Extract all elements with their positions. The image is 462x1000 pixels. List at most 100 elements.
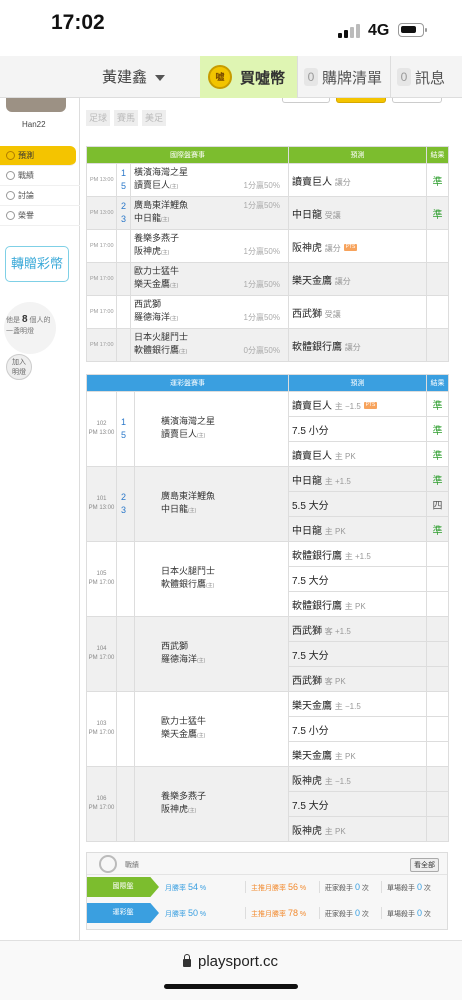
prediction-pick: 7.5 小分 — [292, 425, 329, 437]
table-row: 105 PM 17:00 日本火腿鬥士 軟體銀行鷹(主) 軟體銀行鷹 主 +1.5 — [86, 541, 449, 617]
prediction-cell: 中日龍 主 PK — [288, 516, 427, 542]
team-numbers: 23 — [116, 196, 131, 230]
prediction-pick: 7.5 大分 — [292, 650, 329, 662]
sidebar-item-predict[interactable]: 預測 — [0, 146, 76, 166]
prediction-line: 主 PK — [324, 826, 346, 836]
team-name: 西武獅 — [134, 299, 162, 309]
pick-badge: PTS — [363, 402, 378, 410]
table-row: PM 17:00 日本火腿鬥士 軟體銀行鷹(主) 0分贏50% 軟體銀行鷹 讓分 — [86, 328, 449, 362]
game-id-cell: 104 PM 17:00 — [86, 616, 117, 692]
stat-label: 莊家殺手 — [325, 885, 353, 892]
prediction-team: 讀賣巨人 — [292, 176, 332, 188]
stat-label: 莊家殺手 — [325, 911, 353, 918]
join-light-button[interactable]: 加入 明燈 — [6, 354, 32, 380]
team-numbers — [116, 691, 135, 767]
cart-tab[interactable]: 0 購牌清單 — [297, 56, 387, 98]
buy-coins-button[interactable]: 噓 買噓幣 — [200, 56, 297, 98]
home-marker: (主) — [161, 250, 170, 256]
prediction-line: 主 PK — [334, 451, 356, 461]
team-name: 樂天金鷹 — [134, 279, 171, 289]
table-row: PM 17:00 養樂多燕子 阪神虎(主) 1分贏50% 阪神虎 讓分 PTS — [86, 229, 449, 263]
handicap-label: 1分贏50% — [243, 313, 280, 322]
team-name: 阪神虎 — [134, 246, 162, 256]
game-id-cell: 106 PM 17:00 — [86, 766, 117, 842]
team-name: 羅德海洋 — [134, 312, 171, 322]
prediction-type: 讓分 — [334, 177, 351, 187]
medal-icon — [6, 211, 15, 220]
prediction-pick: 中日龍 — [292, 475, 322, 487]
sidebar-item-label: 榮譽 — [18, 211, 34, 220]
view-all-button[interactable]: 看全部 — [410, 858, 439, 872]
matchup: 西武獅羅德海洋(主) 1分贏50% — [130, 295, 289, 329]
home-marker: (主) — [197, 733, 206, 739]
game-time: PM 17:00 — [86, 229, 117, 263]
stat-label: 單場殺手 — [387, 885, 415, 892]
matchup: 日本火腿鬥士 軟體銀行鷹(主) 0分贏50% — [130, 328, 289, 362]
sidebar-item-honor[interactable]: 榮譽 — [0, 206, 80, 226]
prediction-line: 主 +1.5 — [324, 476, 351, 486]
sidebar-item-discuss[interactable]: 討論 — [0, 186, 80, 206]
filter-nfl[interactable]: 美足 — [142, 110, 167, 126]
team-numbers: 15 — [116, 391, 135, 467]
prediction-cell: 中日龍 主 +1.5 — [288, 466, 427, 492]
matchup: 歐力士猛牛 樂天金鷹(主) — [134, 691, 289, 767]
filter-horse[interactable]: 賽馬 — [114, 110, 139, 126]
team-name: 日本火腿鬥士 — [134, 332, 189, 342]
stat-value: 54 — [187, 882, 198, 892]
prediction-pick: 讀賣巨人 — [292, 400, 332, 412]
game-time: PM 13:00 — [88, 430, 115, 436]
prediction-pick: 樂天金鷹 — [292, 750, 332, 762]
prediction-pick: 讀賣巨人 — [292, 450, 332, 462]
prediction-pick: 7.5 大分 — [292, 575, 329, 587]
team-name: 阪神虎 — [161, 804, 189, 814]
stats-row: 國際盤 月勝率 54 % 主推月勝率 56 % 莊家殺手 0 次單場殺手 0 次 — [87, 877, 447, 897]
filter-soccer[interactable]: 足球 — [86, 110, 111, 126]
matchup: 西武獅 羅德海洋(主) — [134, 616, 289, 692]
result-cell — [426, 262, 449, 296]
home-team: 羅德海洋(主) — [161, 653, 288, 668]
cart-label: 購牌清單 — [322, 70, 383, 87]
messages-tab[interactable]: 0 訊息 — [390, 56, 462, 98]
home-team: 阪神虎(主) — [161, 803, 288, 818]
matchup: 養樂多燕子 阪神虎(主) 1分贏50% — [130, 229, 289, 263]
home-marker: (主) — [197, 433, 206, 439]
gear-icon — [6, 151, 15, 160]
prediction-cell: 軟體銀行鷹 讓分 — [288, 328, 427, 362]
browser-url-bar[interactable]: playsport.cc — [0, 940, 462, 1000]
team-numbers: 15 — [116, 163, 131, 197]
matchup: 廣島東洋鯉魚 中日龍(主) — [134, 466, 289, 542]
result-cell: 準 — [426, 196, 449, 230]
team-name: 歐力士猛牛 — [134, 266, 180, 276]
game-id: 103 — [96, 721, 107, 727]
matchup: 廣島東洋鯉魚 1分贏50% 中日龍(主) — [130, 196, 289, 230]
gift-coins-button[interactable]: 轉贈彩幣 — [5, 246, 69, 282]
stats-label: 戰績 — [125, 862, 139, 869]
prediction-team: 西武獅 — [292, 308, 322, 320]
team-name: 樂天金鷹 — [161, 729, 198, 739]
team-numbers — [116, 295, 131, 329]
sidebar-item-record[interactable]: 戰績 — [0, 166, 80, 186]
game-id-cell: 102 PM 13:00 — [86, 391, 117, 467]
stat-unit: % — [299, 911, 307, 918]
game-time: PM 17:00 — [86, 328, 117, 362]
prediction-team: 樂天金鷹 — [292, 275, 332, 287]
status-bar: 17:02 4G — [0, 0, 462, 56]
sport-filters: 足球 賽馬 美足 — [86, 108, 170, 126]
result-cell: 準 — [426, 416, 449, 442]
stat-unit: % — [199, 885, 207, 892]
home-marker: (主) — [206, 583, 215, 589]
game-time: PM 17:00 — [88, 580, 115, 586]
pick-badge: PTS — [343, 244, 358, 252]
divider — [381, 881, 382, 893]
home-marker: (主) — [170, 316, 179, 322]
home-indicator[interactable] — [164, 984, 298, 989]
home-team: 樂天金鷹(主) — [161, 728, 288, 743]
team-name: 讀賣巨人 — [134, 180, 171, 190]
handicap-label: 1分贏50% — [243, 181, 280, 190]
stat-label: 主推月勝率 — [251, 911, 286, 918]
user-menu[interactable]: 黃建鑫 — [102, 66, 166, 87]
team-numbers — [116, 766, 135, 842]
avatar[interactable] — [6, 98, 66, 112]
buy-coins-label: 買噓幣 — [240, 70, 286, 87]
prediction-type: 讓分 — [344, 342, 361, 352]
